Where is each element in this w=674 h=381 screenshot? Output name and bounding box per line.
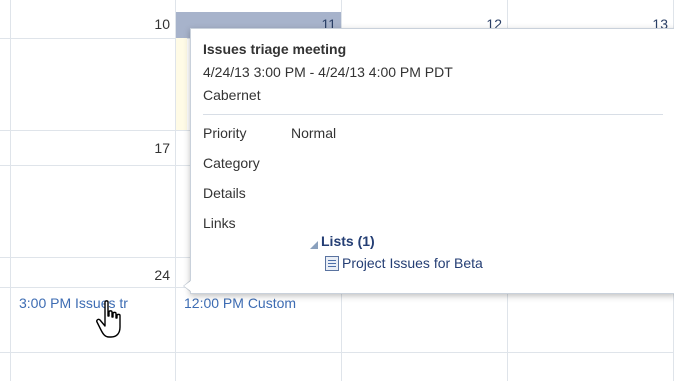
event-details-popup: Issues triage meeting 4/24/13 3:00 PM - …	[190, 28, 674, 294]
popup-divider	[203, 114, 663, 115]
event-title: Issues triage meeting	[203, 41, 347, 57]
today-highlight	[176, 38, 187, 130]
list-document-icon	[325, 256, 339, 271]
popup-pointer-inner	[176, 280, 192, 292]
grid-line	[0, 352, 674, 353]
category-label: Category	[203, 155, 260, 171]
priority-label: Priority	[203, 125, 247, 141]
expanded-triangle-icon[interactable]	[310, 241, 318, 249]
grid-line	[10, 0, 11, 381]
day-number-17[interactable]: 17	[130, 140, 170, 156]
event-location: Cabernet	[203, 87, 261, 103]
calendar-event-issues-triage[interactable]: 3:00 PM Issues tr	[19, 295, 169, 311]
event-time: 4/24/13 3:00 PM - 4/24/13 4:00 PM PDT	[203, 64, 453, 80]
hand-pointer-icon	[96, 300, 121, 338]
lists-group-header[interactable]: Lists (1)	[321, 233, 375, 249]
calendar-event-custom[interactable]: 12:00 PM Custom	[184, 295, 336, 311]
links-label: Links	[203, 215, 236, 231]
details-label: Details	[203, 185, 246, 201]
day-number-10[interactable]: 10	[130, 16, 170, 32]
priority-value: Normal	[291, 125, 337, 141]
day-number-24[interactable]: 24	[130, 267, 170, 283]
project-issues-link[interactable]: Project Issues for Beta	[342, 255, 483, 271]
